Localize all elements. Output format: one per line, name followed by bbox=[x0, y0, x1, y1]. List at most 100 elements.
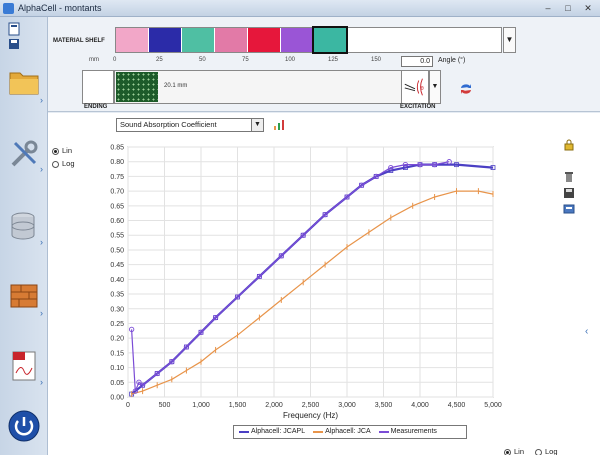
app-icon bbox=[3, 3, 14, 14]
chart-panel: Sound Absorption Coefficient ▼ Lin Log ‹… bbox=[48, 113, 600, 455]
title-bar: AlphaCell - montants – □ ✕ bbox=[0, 0, 600, 17]
brick-wall-icon[interactable] bbox=[7, 279, 41, 313]
lock-icon[interactable] bbox=[563, 139, 575, 151]
y-tick-label: 0.25 bbox=[110, 321, 124, 328]
legend-item: Measurements bbox=[378, 426, 437, 438]
material-swatch[interactable] bbox=[149, 28, 181, 52]
close-button[interactable]: ✕ bbox=[580, 2, 596, 14]
x-tick-label: 2,000 bbox=[265, 402, 283, 409]
y-tick-label: 0.80 bbox=[110, 159, 124, 166]
chevron-right-icon: › bbox=[40, 308, 43, 318]
material-swatch[interactable] bbox=[312, 26, 348, 54]
y-tick-label: 0.40 bbox=[110, 277, 124, 284]
angle-input[interactable]: 0.0 bbox=[401, 56, 433, 67]
excitation-icon[interactable]: θ bbox=[401, 70, 429, 104]
chevron-right-icon: › bbox=[40, 164, 43, 174]
material-swatch[interactable] bbox=[116, 28, 148, 52]
x-tick-label: 3,000 bbox=[338, 402, 356, 409]
y-tick-label: 0.05 bbox=[110, 380, 124, 387]
y-tick-label: 0.35 bbox=[110, 292, 124, 299]
ruler-unit: mm bbox=[89, 57, 99, 63]
bar-chart-icon[interactable] bbox=[273, 119, 285, 131]
maximize-button[interactable]: □ bbox=[560, 2, 576, 14]
ruler-tick-label: 50 bbox=[199, 57, 206, 63]
window-title: AlphaCell - montants bbox=[18, 3, 102, 13]
legend-swatch bbox=[239, 431, 249, 433]
y-tick-label: 0.65 bbox=[110, 203, 124, 210]
legend-label: Alphacell: JCA bbox=[325, 428, 371, 435]
configuration-panel: MATERIAL SHELF ▼ mm 0 25 50 75 100 125 150 0.0… bbox=[48, 17, 600, 112]
ruler-tick-label: 25 bbox=[156, 57, 163, 63]
angle-label: Angle (°) bbox=[438, 57, 466, 64]
material-shelf[interactable] bbox=[115, 26, 502, 54]
scale-log-radio-top[interactable]: Log bbox=[52, 159, 75, 168]
legend-item: Alphacell: JCAPL bbox=[239, 426, 305, 438]
ending-label: ENDING bbox=[84, 104, 108, 110]
y-tick-label: 0.70 bbox=[110, 189, 124, 196]
chevron-right-icon: › bbox=[40, 377, 43, 387]
svg-text:θ: θ bbox=[421, 86, 424, 92]
y-tick-label: 0.00 bbox=[110, 395, 124, 402]
y-tick-label: 0.55 bbox=[110, 233, 124, 240]
y-tick-label: 0.45 bbox=[110, 262, 124, 269]
legend-label: Alphacell: JCAPL bbox=[251, 428, 306, 435]
minimize-button[interactable]: – bbox=[540, 2, 556, 14]
trash-icon[interactable] bbox=[563, 171, 575, 183]
save-icon[interactable] bbox=[563, 187, 575, 199]
ending-box[interactable] bbox=[82, 70, 114, 104]
x-tick-label: 1,000 bbox=[192, 402, 210, 409]
pdf-report-icon[interactable] bbox=[7, 349, 41, 383]
copy-icon[interactable] bbox=[563, 203, 575, 215]
scale-log-label: Log bbox=[62, 159, 75, 168]
indicator-dropdown-button[interactable]: ▼ bbox=[252, 118, 264, 132]
y-tick-label: 0.50 bbox=[110, 247, 124, 254]
chevron-left-icon[interactable]: ‹ bbox=[585, 326, 588, 337]
y-tick-label: 0.85 bbox=[110, 145, 124, 152]
x-axis-label: Frequency (Hz) bbox=[283, 411, 338, 420]
database-icon[interactable] bbox=[7, 209, 41, 243]
chevron-right-icon: › bbox=[40, 95, 43, 105]
main-area: MATERIAL SHELF ▼ mm 0 25 50 75 100 125 150 0.0… bbox=[48, 17, 600, 455]
chart-legend: Alphacell: JCAPL Alphacell: JCA Measurem… bbox=[233, 425, 467, 439]
ruler-tick-label: 100 bbox=[285, 57, 296, 63]
x-tick-label: 1,500 bbox=[229, 402, 247, 409]
chevron-right-icon: › bbox=[40, 237, 43, 247]
material-swatch[interactable] bbox=[248, 28, 280, 52]
ruler-tick-label: 125 bbox=[328, 57, 339, 63]
material-swatch[interactable] bbox=[281, 28, 313, 52]
scale-lin-label: Lin bbox=[514, 447, 525, 455]
shelf-dropdown-button[interactable]: ▼ bbox=[503, 27, 516, 53]
power-icon[interactable] bbox=[7, 409, 41, 443]
tools-icon[interactable] bbox=[7, 137, 41, 171]
material-swatch[interactable] bbox=[215, 28, 247, 52]
x-tick-label: 3,500 bbox=[375, 402, 393, 409]
folder-icon[interactable] bbox=[7, 65, 41, 99]
y-tick-label: 0.10 bbox=[110, 365, 124, 372]
ruler-tick-label: 0 bbox=[113, 57, 117, 63]
scale-lin-radio-bottom[interactable]: Lin bbox=[504, 447, 524, 455]
indicator-select[interactable]: Sound Absorption Coefficient bbox=[116, 118, 252, 132]
save-icon[interactable] bbox=[8, 38, 20, 50]
ruler-tick-label: 75 bbox=[242, 57, 249, 63]
y-tick-label: 0.30 bbox=[110, 306, 124, 313]
legend-swatch bbox=[378, 431, 389, 433]
excitation-label: EXCITATION bbox=[400, 104, 436, 110]
scale-lin-radio-top[interactable]: Lin bbox=[52, 146, 72, 155]
x-tick-label: 500 bbox=[159, 402, 171, 409]
material-shelf-label: MATERIAL SHELF bbox=[53, 38, 105, 44]
ruler-tick-label: 150 bbox=[371, 57, 382, 63]
scale-lin-label: Lin bbox=[62, 146, 73, 155]
layer-thickness: 20.1 mm bbox=[164, 83, 188, 89]
new-file-icon[interactable] bbox=[8, 22, 20, 36]
y-tick-label: 0.60 bbox=[110, 218, 124, 225]
excitation-dropdown-button[interactable]: ▼ bbox=[429, 70, 441, 104]
refresh-icon[interactable] bbox=[459, 83, 473, 95]
layer-stack[interactable]: 20.1 mm bbox=[114, 70, 402, 104]
material-layer[interactable] bbox=[116, 72, 158, 102]
y-tick-label: 0.20 bbox=[110, 336, 124, 343]
y-tick-label: 0.75 bbox=[110, 174, 124, 181]
material-swatch[interactable] bbox=[182, 28, 214, 52]
legend-label: Measurements bbox=[390, 428, 437, 435]
scale-log-radio-bottom[interactable]: Log bbox=[535, 447, 558, 455]
y-tick-label: 0.15 bbox=[110, 350, 124, 357]
